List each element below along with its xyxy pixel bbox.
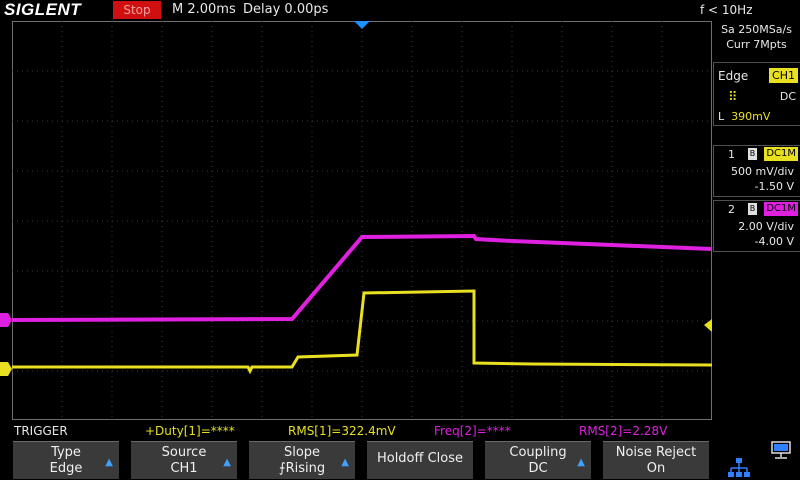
memory-depth: Curr 7Mpts xyxy=(726,38,787,51)
adjust-arrow-icon: ▲ xyxy=(577,457,585,468)
softkey-noise-reject[interactable]: Noise Reject On xyxy=(603,441,709,479)
adjust-arrow-icon: ▲ xyxy=(223,457,231,468)
softkey-slope[interactable]: Slope ⨍Rising ▲ xyxy=(249,441,355,479)
trigger-source-badge: CH1 xyxy=(769,68,798,83)
menu-title: TRIGGER xyxy=(14,424,68,438)
waveform-display[interactable] xyxy=(12,21,712,420)
bandwidth-limit-icon: B xyxy=(748,203,757,215)
rising-edge-icon: ⠿ xyxy=(728,90,738,105)
channel-1-number: 1 xyxy=(728,148,735,161)
trigger-level: L 390mV xyxy=(718,110,771,123)
softkey-coupling[interactable]: Coupling DC ▲ xyxy=(485,441,591,479)
channel-2-info[interactable]: 2 B DC1M 2.00 V/div -4.00 V xyxy=(713,200,800,252)
adjust-arrow-icon: ▲ xyxy=(341,457,349,468)
run-stop-status[interactable]: Stop xyxy=(113,1,161,19)
channel-2-number: 2 xyxy=(728,203,735,216)
channel-2-scale: 2.00 V/div xyxy=(738,220,794,233)
sample-rate: Sa 250MSa/s xyxy=(721,23,792,36)
measurement-freq-ch2: Freq[2]=**** xyxy=(434,424,511,438)
top-status-bar: SIGLENT Stop M 2.00ms Delay 0.00ps f < 1… xyxy=(0,0,800,20)
measurement-rms-ch1: RMS[1]=322.4mV xyxy=(288,424,396,438)
measurement-rms-ch2: RMS[2]=2.28V xyxy=(579,424,668,438)
network-icon xyxy=(728,458,750,477)
softkey-type[interactable]: Type Edge ▲ xyxy=(13,441,119,479)
delay-readout[interactable]: Delay 0.00ps xyxy=(243,0,328,20)
channel-2-offset: -4.00 V xyxy=(754,235,794,248)
softkey-source[interactable]: Source CH1 ▲ xyxy=(131,441,237,479)
measurement-duty-ch1: +Duty[1]=**** xyxy=(145,424,235,438)
rising-edge-icon: ⨍ xyxy=(278,461,286,476)
channel-1-offset: -1.50 V xyxy=(754,180,794,193)
channel-1-coupling: DC1M xyxy=(764,147,798,161)
channel-1-scale: 500 mV/div xyxy=(731,165,794,178)
channel-1-info[interactable]: 1 B DC1M 500 mV/div -1.50 V xyxy=(713,145,800,197)
frequency-counter: f < 10Hz xyxy=(700,3,753,17)
usb-icon xyxy=(771,441,791,459)
softkey-holdoff[interactable]: Holdoff Close xyxy=(367,441,473,479)
acquisition-info: Sa 250MSa/s Curr 7Mpts xyxy=(713,22,800,56)
timebase-readout[interactable]: M 2.00ms xyxy=(172,0,236,20)
channel-2-coupling: DC1M xyxy=(764,202,798,216)
bandwidth-limit-icon: B xyxy=(748,148,757,160)
brand-logo: SIGLENT xyxy=(4,0,82,19)
trigger-info-box[interactable]: Edge CH1 ⠿ DC L 390mV xyxy=(713,62,800,126)
channel-2-ground-marker[interactable] xyxy=(0,313,12,327)
channel-1-ground-marker[interactable] xyxy=(0,362,12,376)
trigger-type: Edge xyxy=(718,69,749,83)
trigger-coupling: DC xyxy=(779,90,796,103)
adjust-arrow-icon: ▲ xyxy=(105,457,113,468)
